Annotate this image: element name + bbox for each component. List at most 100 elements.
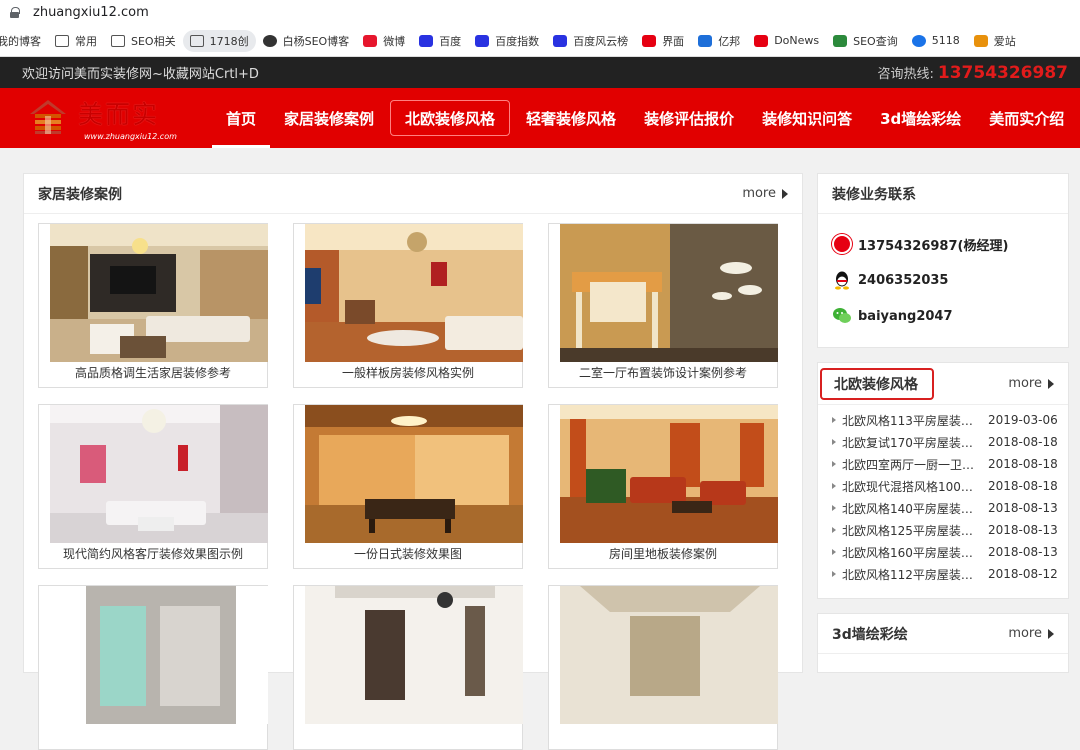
bullet-arrow-icon bbox=[832, 417, 836, 423]
cases-more-link[interactable]: more bbox=[742, 186, 788, 201]
case-card[interactable]: 二室一厅布置装饰设计案例参考 bbox=[548, 223, 778, 388]
bookmark-item[interactable]: 百度指数 bbox=[468, 30, 546, 52]
address-bar[interactable]: zhuangxiu12.com bbox=[0, 0, 1080, 25]
nav-item-home-cases[interactable]: 家居装修案例 bbox=[270, 88, 388, 148]
nordic-header: 北欧装修风格 more bbox=[818, 363, 1068, 405]
contact-qq[interactable]: 2406352035 bbox=[818, 262, 1068, 298]
bookmarks-bar: 我的博客 常用 SEO相关 1718创 白杨SEO博客 微博 百度 百度指数 百度风云榜 界面 亿邦… bbox=[0, 25, 1080, 57]
nav-item-qa[interactable]: 装修知识问答 bbox=[748, 88, 866, 148]
contact-wechat[interactable]: baiyang2047 bbox=[818, 298, 1068, 334]
hotline-label: 咨询热线: bbox=[877, 66, 934, 82]
nordic-title: 北欧装修风格 bbox=[820, 367, 934, 400]
nav-item-quote[interactable]: 装修评估报价 bbox=[630, 88, 748, 148]
article-title: 北欧风格140平房屋装修效果图 bbox=[842, 501, 984, 516]
contact-header: 装修业务联系 bbox=[818, 174, 1068, 214]
bookmark-label: SEO相关 bbox=[131, 34, 176, 48]
article-date: 2018-08-13 bbox=[988, 545, 1058, 559]
bullet-arrow-icon bbox=[832, 505, 836, 511]
article-title: 北欧风格160平房屋装修效果图 bbox=[842, 545, 984, 560]
5118-icon bbox=[911, 34, 926, 47]
nordic-list-item[interactable]: 北欧风格140平房屋装修效果图 2018-08-13 bbox=[818, 497, 1068, 519]
jiemian-icon bbox=[642, 34, 657, 47]
case-card[interactable]: 高品质格调生活家居装修参考 bbox=[38, 223, 268, 388]
nordic-list-item[interactable]: 北欧现代混搭风格100平装修效果图 2018-08-18 bbox=[818, 475, 1068, 497]
bookmark-item[interactable]: 爱站 bbox=[967, 30, 1023, 52]
case-card[interactable]: 现代简约风格客厅装修效果图示例 bbox=[38, 404, 268, 569]
bookmark-label: 亿邦 bbox=[718, 34, 741, 48]
article-date: 2018-08-18 bbox=[988, 479, 1058, 493]
case-caption: 现代简约风格客厅装修效果图示例 bbox=[62, 547, 243, 561]
bullet-arrow-icon bbox=[832, 439, 836, 445]
contact-title: 装修业务联系 bbox=[832, 186, 916, 203]
site-topbar: 欢迎访问美而实装修网~收藏网站Crtl+D 咨询热线: 13754326987 bbox=[0, 57, 1080, 88]
nav-item-nordic-style[interactable]: 北欧装修风格 bbox=[390, 100, 511, 136]
hotline-number[interactable]: 13754326987 bbox=[938, 63, 1068, 83]
mural-more-link[interactable]: more bbox=[1008, 626, 1054, 641]
case-caption: 一份日式装修效果图 bbox=[353, 547, 462, 561]
case-card[interactable] bbox=[548, 585, 778, 750]
bookmark-item[interactable]: 1718创 bbox=[182, 29, 256, 52]
bookmark-label: 百度指数 bbox=[495, 34, 540, 48]
more-label: more bbox=[742, 186, 776, 201]
bookmark-item[interactable]: 百度 bbox=[412, 30, 468, 52]
article-date: 2018-08-18 bbox=[988, 435, 1058, 449]
bookmark-item[interactable]: DoNews bbox=[747, 30, 826, 52]
case-caption: 房间里地板装修案例 bbox=[608, 547, 717, 561]
seo-icon bbox=[833, 34, 848, 47]
bookmark-label: 白杨SEO博客 bbox=[282, 34, 350, 48]
nav-item-3d-mural[interactable]: 3d墙绘彩绘 bbox=[866, 88, 975, 148]
case-card[interactable]: 一份日式装修效果图 bbox=[293, 404, 523, 569]
qq-icon bbox=[835, 271, 849, 290]
bookmark-item[interactable]: 亿邦 bbox=[691, 30, 747, 52]
article-title: 北欧复试170平房屋装修效果图 bbox=[842, 435, 984, 450]
nordic-list-item[interactable]: 北欧风格112平房屋装修效果图 2018-08-12 bbox=[818, 563, 1068, 585]
contact-phone[interactable]: 13754326987(杨经理) bbox=[818, 226, 1068, 262]
bookmark-label: 常用 bbox=[75, 34, 97, 48]
nav-item-home[interactable]: 首页 bbox=[212, 88, 271, 148]
nordic-list-item[interactable]: 北欧风格160平房屋装修效果图 2018-08-13 bbox=[818, 541, 1068, 563]
bookmark-label: DoNews bbox=[774, 34, 820, 47]
contact-qq-text: 2406352035 bbox=[858, 272, 949, 288]
folder-icon bbox=[111, 34, 125, 47]
nordic-list-item[interactable]: 北欧四室两厅一厨一卫装修效果图 2018-08-18 bbox=[818, 453, 1068, 475]
bookmark-item[interactable]: SEO查询 bbox=[826, 30, 905, 52]
bookmark-item[interactable]: 我的博客 bbox=[0, 30, 48, 52]
mural-panel: 3d墙绘彩绘 more bbox=[817, 613, 1069, 673]
site-logo[interactable]: 美而实 www.zhuangxiu12.com bbox=[26, 88, 206, 148]
bullet-arrow-icon bbox=[832, 571, 836, 577]
bookmark-item[interactable]: 百度风云榜 bbox=[546, 30, 635, 52]
case-caption: 二室一厅布置装饰设计案例参考 bbox=[578, 366, 747, 380]
case-card[interactable]: 房间里地板装修案例 bbox=[548, 404, 778, 569]
bookmark-item[interactable]: SEO相关 bbox=[104, 30, 183, 52]
case-card[interactable] bbox=[293, 585, 523, 750]
nav-item-about[interactable]: 美而实介绍 bbox=[975, 88, 1078, 148]
case-image bbox=[305, 586, 523, 724]
nordic-list-item[interactable]: 北欧风格113平房屋装修效果图 2019-03-06 bbox=[818, 409, 1068, 431]
nordic-more-link[interactable]: more bbox=[1008, 376, 1054, 391]
case-image bbox=[305, 405, 523, 543]
case-image bbox=[560, 224, 778, 362]
nav-menu: 首页 家居装修案例 北欧装修风格 轻奢装修风格 装修评估报价 装修知识问答 3d… bbox=[212, 88, 1078, 148]
nordic-list-item[interactable]: 北欧复试170平房屋装修效果图 2018-08-18 bbox=[818, 431, 1068, 453]
case-image bbox=[560, 405, 778, 543]
folder-icon bbox=[55, 34, 69, 47]
bookmark-item[interactable]: 界面 bbox=[635, 30, 691, 52]
paw-icon bbox=[475, 34, 490, 47]
bookmark-item[interactable]: 5118 bbox=[905, 30, 967, 52]
cases-title: 家居装修案例 bbox=[38, 186, 122, 203]
case-card[interactable] bbox=[38, 585, 268, 750]
arrow-right-icon bbox=[1048, 628, 1054, 639]
nordic-list-item[interactable]: 北欧风格125平房屋装修效果图 2018-08-13 bbox=[818, 519, 1068, 541]
article-date: 2018-08-12 bbox=[988, 567, 1058, 581]
bookmark-item[interactable]: 微博 bbox=[356, 30, 412, 52]
bookmark-item[interactable]: 白杨SEO博客 bbox=[256, 30, 357, 52]
mural-header: 3d墙绘彩绘 more bbox=[818, 614, 1068, 654]
bookmark-item[interactable]: 常用 bbox=[48, 30, 104, 52]
phone-icon bbox=[832, 234, 852, 254]
nav-item-light-luxury[interactable]: 轻奢装修风格 bbox=[512, 88, 630, 148]
case-card[interactable]: 一般样板房装修风格实例 bbox=[293, 223, 523, 388]
arrow-right-icon bbox=[1048, 378, 1054, 389]
bookmark-label: 1718创 bbox=[209, 34, 249, 48]
case-caption: 一般样板房装修风格实例 bbox=[341, 366, 474, 380]
case-image bbox=[560, 586, 778, 724]
